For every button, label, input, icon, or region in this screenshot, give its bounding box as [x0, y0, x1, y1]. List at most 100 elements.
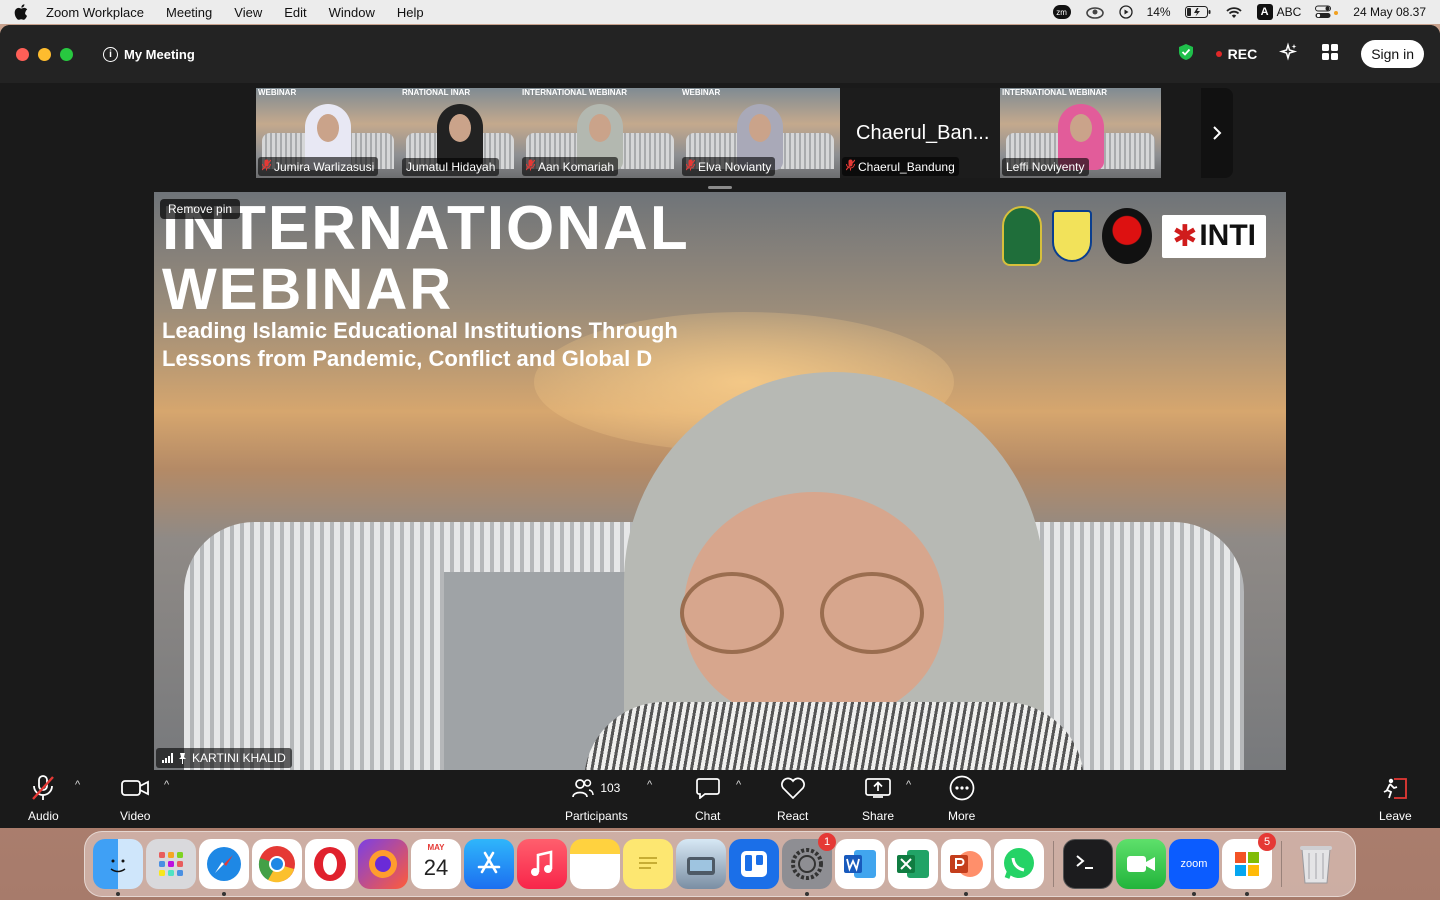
share-button[interactable]: Share	[862, 775, 894, 823]
zoom-status-icon[interactable]: zm	[1052, 5, 1071, 19]
notes-icon[interactable]	[570, 839, 620, 889]
chevron-right-icon	[1213, 126, 1222, 140]
meeting-title: My Meeting	[124, 46, 195, 62]
powerpoint-icon[interactable]	[941, 839, 991, 896]
meeting-info-button[interactable]: i My Meeting	[103, 46, 195, 62]
terminal-icon[interactable]	[1063, 839, 1113, 889]
system-settings-icon[interactable]: 1	[782, 833, 836, 896]
battery-charging-icon[interactable]	[1184, 6, 1211, 18]
banner-title-line2: WEBINAR	[162, 257, 454, 322]
ai-companion-icon[interactable]	[1279, 41, 1299, 67]
facetime-icon[interactable]	[1116, 839, 1166, 889]
music-icon[interactable]	[517, 839, 567, 889]
tile-banner-text: INTERNATIONAL WEBINAR	[1002, 88, 1108, 97]
zoom-app-icon[interactable]: zoom	[1169, 839, 1219, 896]
chat-button[interactable]: Chat	[695, 775, 720, 823]
muted-mic-icon	[31, 775, 55, 801]
menu-window[interactable]: Window	[329, 5, 375, 20]
apple-icon[interactable]	[14, 4, 28, 20]
sign-in-button[interactable]: Sign in	[1361, 40, 1424, 68]
video-options-caret-icon[interactable]: ^	[164, 779, 169, 791]
minimize-window-button[interactable]	[38, 47, 51, 61]
thumbnail-next-button[interactable]	[1201, 88, 1233, 178]
participant-tile[interactable]: RNATIONAL INAR Jumatul Hidayah	[400, 88, 520, 178]
window-controls	[16, 47, 73, 61]
share-label: Share	[862, 809, 895, 823]
zoom-app-label: zoom	[1180, 858, 1208, 870]
video-label: Video	[120, 809, 151, 823]
chrome-icon[interactable]	[252, 839, 302, 889]
wifi-icon[interactable]	[1225, 6, 1243, 19]
control-center-icon[interactable]	[1315, 5, 1339, 19]
speaker-shirt	[584, 702, 1084, 770]
trello-icon[interactable]	[729, 839, 779, 889]
speaker-figure	[584, 342, 1084, 770]
participants-button[interactable]: 103 Participants	[565, 775, 628, 823]
participant-tile[interactable]: INTERNATIONAL WEBINAR Aan Komariah	[520, 88, 680, 178]
windows-app-badge: 5	[1258, 833, 1276, 851]
safari-icon[interactable]	[199, 839, 249, 896]
menu-app-name[interactable]: Zoom Workplace	[46, 5, 144, 20]
participant-name-label: Aan Komariah	[522, 157, 619, 176]
participants-count: 103	[600, 781, 621, 795]
signal-strength-icon	[162, 753, 173, 763]
play-icon[interactable]	[1118, 5, 1133, 19]
more-button[interactable]: More	[948, 775, 975, 823]
participants-label: Participants	[565, 809, 628, 823]
tile-banner-text: WEBINAR	[258, 88, 297, 97]
menu-meeting[interactable]: Meeting	[166, 5, 212, 20]
chat-label: Chat	[695, 809, 721, 823]
windows-app-icon[interactable]: 5	[1222, 833, 1276, 896]
excel-icon[interactable]	[888, 839, 938, 889]
word-icon[interactable]	[835, 839, 885, 889]
finder-icon[interactable]	[93, 839, 143, 896]
participant-name-label: Elva Novianty	[682, 157, 776, 176]
remove-pin-button[interactable]: Remove pin	[160, 199, 241, 219]
menubar-clock[interactable]: 24 May 08.37	[1353, 5, 1426, 19]
creative-cloud-icon[interactable]	[1085, 5, 1105, 19]
chat-options-caret-icon[interactable]: ^	[736, 779, 741, 791]
tile-banner-text: RNATIONAL INAR	[402, 88, 471, 97]
launchpad-icon[interactable]	[146, 839, 196, 889]
close-window-button[interactable]	[16, 47, 29, 61]
preview-icon[interactable]	[676, 839, 726, 889]
security-shield-icon[interactable]	[1178, 43, 1194, 66]
menu-view[interactable]: View	[234, 5, 262, 20]
meeting-toolbar: Audio ^ Video ^ 103 Participants ^ Chat …	[0, 771, 1440, 828]
apps-grid-icon[interactable]	[1321, 43, 1339, 66]
calendar-icon[interactable]: MAY 24	[411, 839, 461, 889]
participants-options-caret-icon[interactable]: ^	[647, 779, 652, 791]
share-options-caret-icon[interactable]: ^	[906, 779, 911, 791]
leave-door-icon	[1382, 775, 1408, 801]
participant-name-label: Chaerul_Bandung	[842, 157, 959, 176]
app-store-icon[interactable]	[464, 839, 514, 889]
participant-tile-video-off[interactable]: Chaerul_Ban... Chaerul_Bandung	[840, 88, 1000, 178]
menu-edit[interactable]: Edit	[284, 5, 306, 20]
input-source[interactable]: A ABC	[1256, 4, 1301, 20]
audio-button[interactable]: Audio	[28, 775, 59, 823]
trash-icon[interactable]	[1291, 839, 1341, 889]
pin-icon	[179, 752, 186, 764]
strip-resize-handle[interactable]	[708, 186, 732, 189]
opera-icon[interactable]	[305, 839, 355, 889]
tile-banner-text: WEBINAR	[682, 88, 721, 97]
participant-tile[interactable]: WEBINAR Elva Novianty	[680, 88, 840, 178]
whatsapp-icon[interactable]	[994, 839, 1044, 889]
participant-tile[interactable]: WEBINAR Jumira Warlizasusi	[256, 88, 400, 178]
video-button[interactable]: Video	[120, 775, 150, 823]
recording-indicator[interactable]: REC	[1215, 46, 1257, 62]
menu-help[interactable]: Help	[397, 5, 424, 20]
leave-label: Leave	[1379, 809, 1412, 823]
leave-button[interactable]: Leave	[1379, 775, 1412, 823]
participant-name: Aan Komariah	[538, 159, 615, 174]
share-screen-icon	[865, 775, 891, 801]
pinned-speaker-video[interactable]: INTERNATIONAL WEBINAR Leading Islamic Ed…	[154, 192, 1286, 770]
stickies-icon[interactable]	[623, 839, 673, 889]
react-button[interactable]: React	[777, 775, 808, 823]
glasses-icon	[680, 572, 784, 654]
fullscreen-window-button[interactable]	[60, 47, 73, 61]
participant-tile[interactable]: INTERNATIONAL WEBINAR Leffi Noviyenty	[1000, 88, 1161, 178]
participant-face	[449, 114, 471, 142]
firefox-icon[interactable]	[358, 839, 408, 889]
audio-options-caret-icon[interactable]: ^	[75, 779, 80, 791]
